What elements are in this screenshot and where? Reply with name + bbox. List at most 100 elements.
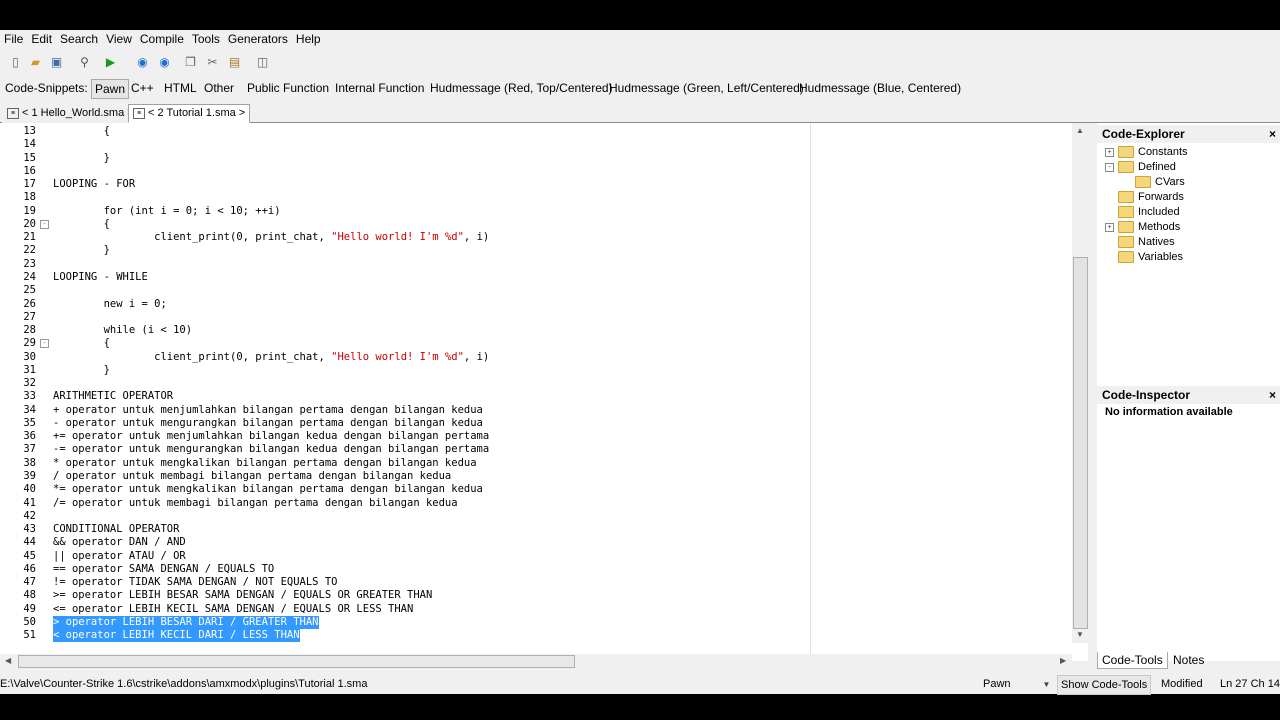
code-line[interactable]: 31 } [0, 364, 1070, 377]
snippet-hudmessage-green[interactable]: Hudmessage (Green, Left/Centered) [606, 79, 807, 97]
tree-item-included[interactable]: Included [1118, 205, 1180, 220]
tree-item-constants[interactable]: + Constants [1105, 145, 1188, 160]
code-line[interactable]: 29- { [0, 337, 1070, 350]
fold-icon[interactable]: - [40, 339, 49, 349]
code-line[interactable]: 35 - operator untuk mengurangkan bilangan… [0, 417, 1070, 430]
language-select[interactable]: Pawn ▼ [983, 675, 1050, 693]
horizontal-scroll-thumb[interactable] [18, 655, 575, 668]
code-editor[interactable]: 13 {14 15 } 16 17 LOOPING - FOR 18 19 for (int… [0, 123, 1088, 661]
vertical-scroll-thumb[interactable] [1073, 257, 1088, 629]
close-icon[interactable]: × [1269, 125, 1276, 143]
code-line[interactable]: 15 } [0, 152, 1070, 165]
tree-item-natives[interactable]: Natives [1118, 235, 1175, 250]
modified-status: Modified [1161, 678, 1203, 690]
code-line[interactable]: 22 } [0, 244, 1070, 257]
snippet-pawn[interactable]: Pawn [91, 79, 130, 99]
tree-item-cvars[interactable]: CVars [1135, 175, 1185, 190]
code-line[interactable]: 39 / operator untuk membagi bilangan pert… [0, 470, 1070, 483]
horizontal-scrollbar[interactable]: ◀ ▶ [0, 654, 1072, 668]
tree-item-variables[interactable]: Variables [1118, 250, 1183, 265]
snippet-public-function[interactable]: Public Function [244, 79, 332, 97]
expand-icon[interactable]: + [1105, 222, 1114, 232]
chevron-down-icon[interactable]: ▼ [1043, 680, 1051, 689]
menu-search[interactable]: Search [56, 30, 102, 46]
code-line[interactable]: 40 *= operator untuk mengkalikan bilangan… [0, 483, 1070, 496]
code-line[interactable]: 49 <= operator LEBIH KECIL SAMA DENGAN / … [0, 603, 1070, 616]
code-line[interactable]: 43 CONDITIONAL OPERATOR [0, 523, 1070, 536]
new-file-icon[interactable]: ▯ [7, 54, 24, 71]
code-line[interactable]: 50 > operator LEBIH BESAR DARI / GREATER … [0, 615, 1070, 629]
code-line[interactable]: 37 -= operator untuk mengurangkan bilanga… [0, 443, 1070, 456]
compile-run-icon[interactable]: ▶ [102, 54, 119, 71]
tree-item-defined[interactable]: - Defined [1105, 160, 1176, 175]
code-line[interactable]: 20- { [0, 218, 1070, 231]
fold-icon[interactable]: - [40, 219, 49, 229]
scroll-right-icon[interactable]: ▶ [1060, 656, 1066, 665]
snippet-html[interactable]: HTML [161, 79, 200, 97]
tab-hello-world[interactable]: ≡ < 1 Hello_World.sma > [2, 104, 139, 123]
scroll-up-icon[interactable]: ▲ [1076, 126, 1084, 135]
cut-icon[interactable]: ✂ [204, 54, 221, 71]
copy-icon[interactable]: ❐ [182, 54, 199, 71]
code-line[interactable]: 45 || operator ATAU / OR [0, 550, 1070, 563]
code-text: CONDITIONAL OPERATOR [53, 523, 180, 536]
snippet-hudmessage-blue[interactable]: Hudmessage (Blue, Centered) [796, 79, 964, 97]
code-line[interactable]: 38 * operator untuk mengkalikan bilangan … [0, 457, 1070, 470]
code-line[interactable]: 24 LOOPING - WHILE [0, 271, 1070, 284]
tab-code-tools[interactable]: Code-Tools [1097, 652, 1168, 669]
tree-item-methods[interactable]: + Methods [1105, 220, 1180, 235]
menu-file[interactable]: File [0, 30, 27, 46]
open-file-icon[interactable]: ▰ [27, 54, 44, 71]
paste-icon[interactable]: ▤ [226, 54, 243, 71]
snippet-other[interactable]: Other [201, 79, 237, 97]
snippet-internal-function[interactable]: Internal Function [332, 79, 427, 97]
save-icon[interactable]: ▣ [48, 54, 65, 71]
script-icon[interactable]: ◫ [254, 54, 271, 71]
tab-notes[interactable]: Notes [1169, 652, 1208, 668]
code-line[interactable]: 27 [0, 311, 1070, 324]
code-line[interactable]: 18 [0, 191, 1070, 204]
vertical-scrollbar[interactable]: ▲ ▼ [1072, 123, 1088, 643]
tab-tutorial-1[interactable]: ≡ < 2 Tutorial 1.sma > [128, 104, 251, 123]
code-line[interactable]: 19 for (int i = 0; i < 10; ++i) [0, 205, 1070, 218]
code-line[interactable]: 34 + operator untuk menjumlahkan bilangan… [0, 404, 1070, 417]
code-line[interactable]: 42 [0, 510, 1070, 523]
code-line[interactable]: 30 client_print(0, print_chat, "Hello wo… [0, 351, 1070, 364]
code-line[interactable]: 46 == operator SAMA DENGAN / EQUALS TO [0, 563, 1070, 576]
code-line[interactable]: 36 += operator untuk menjumlahkan bilanga… [0, 430, 1070, 443]
close-icon[interactable]: × [1269, 386, 1276, 404]
code-line[interactable]: 25 [0, 284, 1070, 297]
code-line[interactable]: 16 [0, 165, 1070, 178]
code-line[interactable]: 48 >= operator LEBIH BESAR SAMA DENGAN / … [0, 589, 1070, 602]
code-line[interactable]: 44 && operator DAN / AND [0, 536, 1070, 549]
snippet-hudmessage-red[interactable]: Hudmessage (Red, Top/Centered) [427, 79, 616, 97]
code-line[interactable]: 41 /= operator untuk membagi bilangan per… [0, 497, 1070, 510]
find-icon[interactable]: ⚲ [76, 54, 93, 71]
tree-item-forwards[interactable]: Forwards [1118, 190, 1184, 205]
scroll-left-icon[interactable]: ◀ [5, 656, 11, 665]
code-line[interactable]: 21 client_print(0, print_chat, "Hello wo… [0, 231, 1070, 244]
web-icon[interactable]: ◉ [134, 54, 151, 71]
expand-icon[interactable]: + [1105, 147, 1114, 157]
snippet-cpp[interactable]: C++ [128, 79, 157, 97]
code-line[interactable]: 26 new i = 0; [0, 298, 1070, 311]
code-line[interactable]: 14 [0, 138, 1070, 151]
code-line[interactable]: 17 LOOPING - FOR [0, 178, 1070, 191]
scroll-down-icon[interactable]: ▼ [1076, 630, 1084, 639]
code-line[interactable]: 47 != operator TIDAK SAMA DENGAN / NOT EQ… [0, 576, 1070, 589]
menu-view[interactable]: View [102, 30, 136, 46]
collapse-icon[interactable]: - [1105, 162, 1114, 172]
code-line[interactable]: 51 < operator LEBIH KECIL DARI / LESS THA… [0, 629, 1070, 643]
code-line[interactable]: 23 [0, 258, 1070, 271]
globe-icon[interactable]: ◉ [156, 54, 173, 71]
show-code-tools-button[interactable]: Show Code-Tools [1057, 675, 1152, 695]
menu-tools[interactable]: Tools [188, 30, 224, 46]
menu-generators[interactable]: Generators [224, 30, 292, 46]
code-line[interactable]: 33 ARITHMETIC OPERATOR [0, 390, 1070, 403]
menu-compile[interactable]: Compile [136, 30, 188, 46]
code-line[interactable]: 28 while (i < 10) [0, 324, 1070, 337]
code-line[interactable]: 32 [0, 377, 1070, 390]
menu-edit[interactable]: Edit [27, 30, 56, 46]
menu-help[interactable]: Help [292, 30, 325, 46]
code-line[interactable]: 13 { [0, 125, 1070, 138]
